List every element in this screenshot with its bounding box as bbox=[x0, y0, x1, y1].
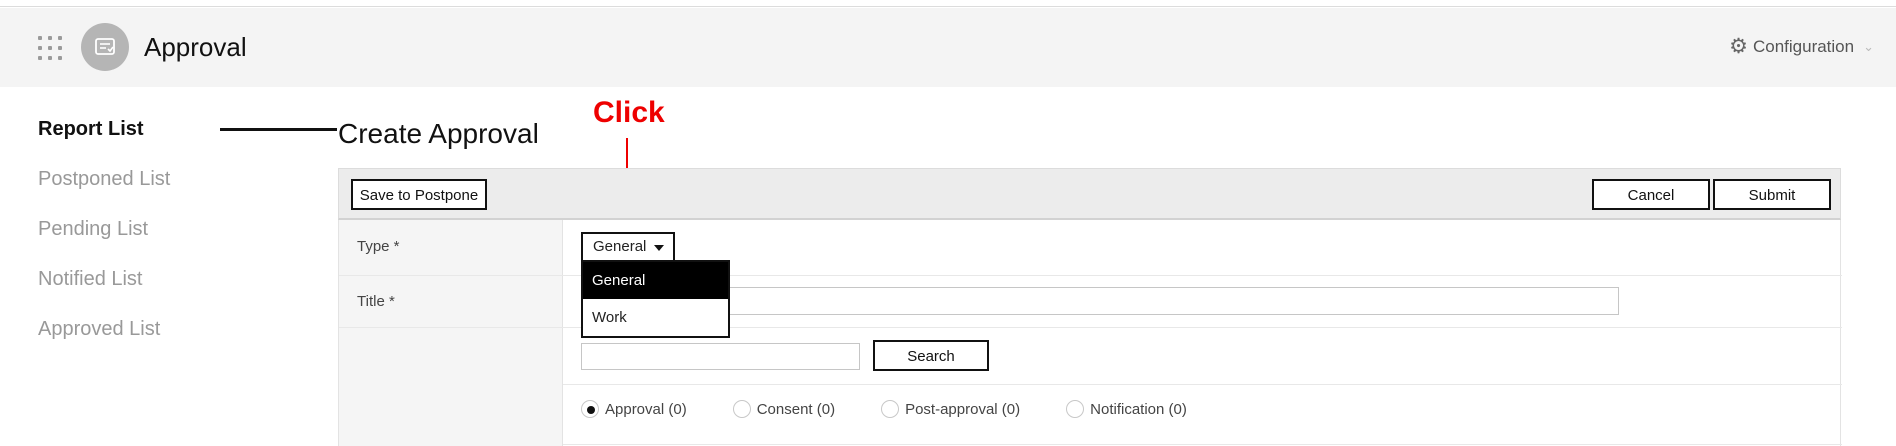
configuration-menu[interactable]: ⚙ Configuration ⌄ bbox=[1729, 36, 1874, 57]
radio-label: Approval (0) bbox=[605, 400, 687, 418]
type-select[interactable]: General bbox=[581, 232, 675, 262]
submit-button[interactable]: Submit bbox=[1713, 179, 1831, 210]
title-input[interactable] bbox=[581, 287, 1619, 315]
radio-approval[interactable]: Approval (0) bbox=[581, 400, 687, 418]
row-divider bbox=[339, 327, 1842, 328]
radio-label: Consent (0) bbox=[756, 400, 836, 418]
sidebar-item-pending-list[interactable]: Pending List bbox=[38, 218, 300, 268]
app-grid-icon[interactable] bbox=[38, 36, 62, 60]
radio-label: Post-approval (0) bbox=[905, 400, 1021, 418]
radio-unchecked-icon bbox=[1066, 400, 1085, 418]
sidebar-item-approved-list[interactable]: Approved List bbox=[38, 318, 300, 368]
sidebar-item-report-list[interactable]: Report List bbox=[38, 118, 300, 168]
app-header: Approval ⚙ Configuration ⌄ bbox=[0, 8, 1896, 87]
approval-form: Type * Title * General Search Approval (… bbox=[338, 220, 1842, 446]
type-select-value: General bbox=[593, 238, 647, 255]
click-annotation: Click bbox=[593, 96, 665, 129]
app-title: Approval bbox=[144, 32, 247, 62]
save-to-postpone-button[interactable]: Save to Postpone bbox=[351, 179, 487, 210]
row-divider bbox=[339, 275, 1842, 276]
type-option-general[interactable]: General bbox=[583, 262, 728, 299]
gear-icon: ⚙ bbox=[1729, 35, 1748, 58]
radio-label: Notification (0) bbox=[1090, 400, 1187, 418]
active-indicator bbox=[220, 128, 337, 131]
configuration-label: Configuration bbox=[1752, 36, 1855, 56]
approval-app-icon bbox=[81, 23, 129, 71]
row-divider bbox=[563, 384, 1842, 385]
sidebar-item-postponed-list[interactable]: Postponed List bbox=[38, 168, 300, 218]
sidebar: Report List Postponed List Pending List … bbox=[38, 118, 337, 368]
cancel-button[interactable]: Cancel bbox=[1592, 179, 1710, 210]
form-toolbar: Save to Postpone Cancel Submit bbox=[338, 168, 1841, 220]
title-label: Title * bbox=[357, 293, 395, 310]
search-button[interactable]: Search bbox=[873, 340, 989, 371]
search-input[interactable] bbox=[581, 343, 860, 370]
row-divider bbox=[563, 444, 1842, 445]
type-option-work[interactable]: Work bbox=[583, 299, 728, 336]
radio-unchecked-icon bbox=[732, 400, 751, 418]
approval-type-radio-group: Approval (0) Consent (0) Post-approval (… bbox=[581, 400, 1233, 418]
sidebar-item-notified-list[interactable]: Notified List bbox=[38, 268, 300, 318]
page-title: Create Approval bbox=[338, 118, 539, 149]
radio-unchecked-icon bbox=[881, 400, 900, 418]
radio-consent[interactable]: Consent (0) bbox=[732, 400, 836, 418]
top-border bbox=[0, 0, 1896, 7]
caret-down-icon bbox=[654, 245, 664, 251]
type-dropdown-menu: General Work bbox=[581, 260, 730, 338]
radio-checked-icon bbox=[581, 400, 599, 418]
type-label: Type * bbox=[357, 238, 400, 255]
radio-notification[interactable]: Notification (0) bbox=[1066, 400, 1187, 418]
radio-post-approval[interactable]: Post-approval (0) bbox=[881, 400, 1020, 418]
chevron-down-icon: ⌄ bbox=[1863, 38, 1874, 54]
